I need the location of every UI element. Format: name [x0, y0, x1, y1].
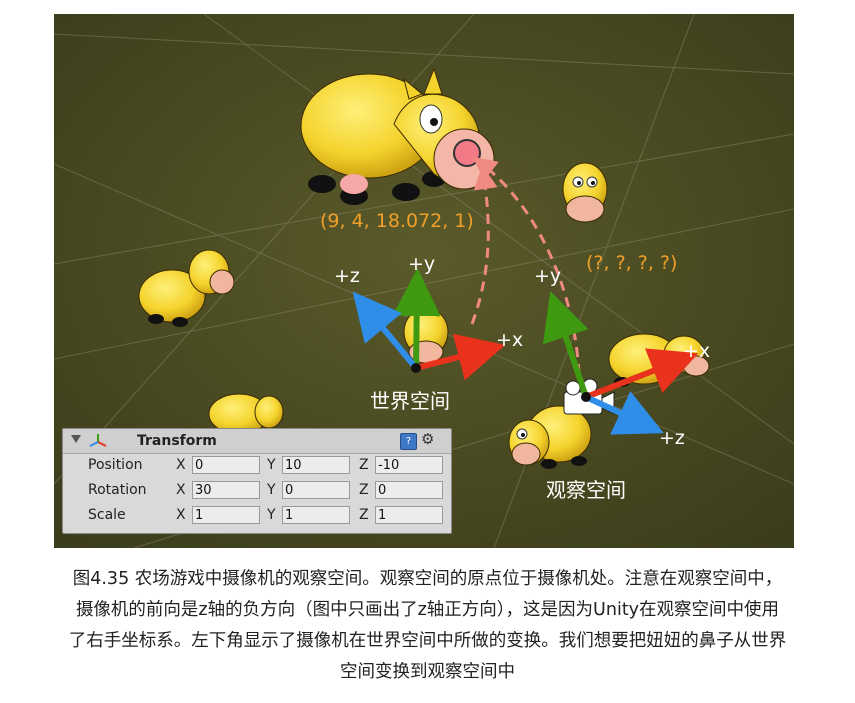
scale-z-field[interactable]: 1 — [375, 506, 443, 524]
inspector-header: Transform ? ⚙ — [63, 429, 451, 454]
cow-center — [403, 307, 449, 364]
position-z-field[interactable]: -10 — [375, 456, 443, 474]
caption-line-2: 摄像机的前向是z轴的负方向（图中只画出了z轴正方向），这是因为Unity在观察空… — [75, 600, 780, 620]
help-book-icon[interactable]: ? — [400, 433, 417, 450]
view-space-label: 观察空间 — [546, 478, 626, 502]
rotation-row: Rotation X 30 Y 0 Z 0 — [63, 479, 451, 503]
scale-label: Scale — [88, 507, 126, 523]
world-y-label: +y — [408, 253, 436, 275]
caption-line-4: 空间变换到观察空间中 — [340, 662, 515, 682]
axis-z-letter: Z — [359, 457, 369, 473]
scale-y-field[interactable]: 1 — [282, 506, 350, 524]
transform-axes-icon — [89, 434, 107, 447]
scale-row: Scale X 1 Y 1 Z 1 — [63, 504, 451, 528]
camera-y-label: +y — [534, 265, 562, 287]
rotation-label: Rotation — [88, 482, 147, 498]
rotation-x-field[interactable]: 30 — [192, 481, 260, 499]
cow-top-right — [562, 162, 608, 223]
nose-view-coords: (?, ?, ?, ?) — [586, 252, 678, 274]
position-x-field[interactable]: 0 — [192, 456, 260, 474]
axis-y-letter: Y — [267, 482, 276, 498]
cow-nose — [453, 139, 481, 167]
transform-inspector: Transform ? ⚙ Position X 0 Y 10 Z -10 Ro… — [62, 428, 452, 534]
gear-icon[interactable]: ⚙ — [421, 430, 434, 448]
axis-x-letter: X — [176, 482, 186, 498]
caption-line-3: 了右手坐标系。左下角显示了摄像机在世界空间中所做的变换。我们想要把妞妞的鼻子从世… — [68, 631, 787, 651]
axis-y-letter: Y — [267, 457, 276, 473]
world-space-label: 世界空间 — [370, 389, 450, 413]
world-x-label: +x — [496, 329, 524, 351]
inspector-title: Transform — [137, 433, 217, 449]
position-y-field[interactable]: 10 — [282, 456, 350, 474]
axis-z-letter: Z — [359, 507, 369, 523]
rotation-y-field[interactable]: 0 — [282, 481, 350, 499]
figure-caption: 图4.35 农场游戏中摄像机的观察空间。观察空间的原点位于摄像机处。注意在观察空… — [0, 564, 855, 688]
position-label: Position — [88, 457, 143, 473]
axis-z-letter: Z — [359, 482, 369, 498]
axis-x-letter: X — [176, 507, 186, 523]
caption-line-1: 图4.35 农场游戏中摄像机的观察空间。观察空间的原点位于摄像机处。注意在观察空… — [72, 569, 783, 589]
rotation-z-field[interactable]: 0 — [375, 481, 443, 499]
axis-y-letter: Y — [267, 507, 276, 523]
scale-x-field[interactable]: 1 — [192, 506, 260, 524]
collapse-triangle-icon[interactable] — [71, 435, 81, 443]
world-z-label: +z — [334, 265, 360, 287]
camera-z-label: +z — [659, 427, 685, 449]
axis-x-letter: X — [176, 457, 186, 473]
camera-x-label: +x — [683, 340, 711, 362]
nose-world-coords: (9, 4, 18.072, 1) — [320, 210, 474, 232]
position-row: Position X 0 Y 10 Z -10 — [63, 454, 451, 478]
